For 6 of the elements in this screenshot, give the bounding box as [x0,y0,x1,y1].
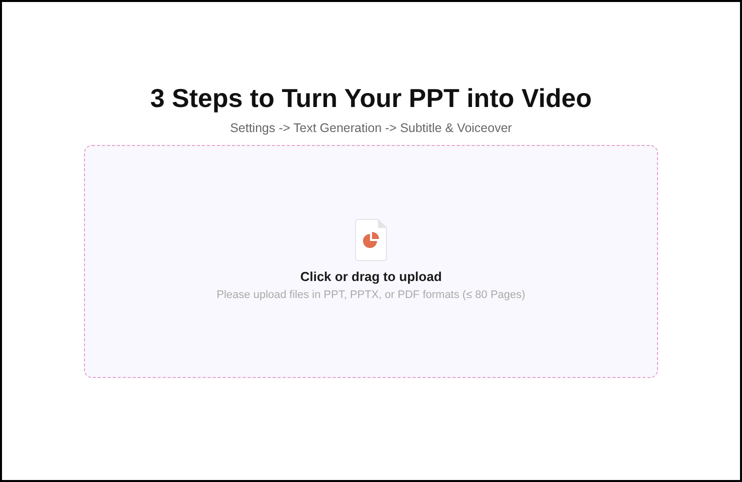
upload-hint: Please upload files in PPT, PPTX, or PDF formats (≤ 80 Pages) [216,288,526,302]
upload-dropzone[interactable]: Click or drag to upload Please upload files in PPT, PPTX, or PDF formats (≤ 80 Pages) [84,145,658,378]
upload-label: Click or drag to upload [300,269,442,285]
page-title: 3 Steps to Turn Your PPT into Video [150,82,592,114]
page-subtitle: Settings -> Text Generation -> Subtitle & Voiceover [230,120,512,136]
presentation-file-icon [355,219,387,261]
